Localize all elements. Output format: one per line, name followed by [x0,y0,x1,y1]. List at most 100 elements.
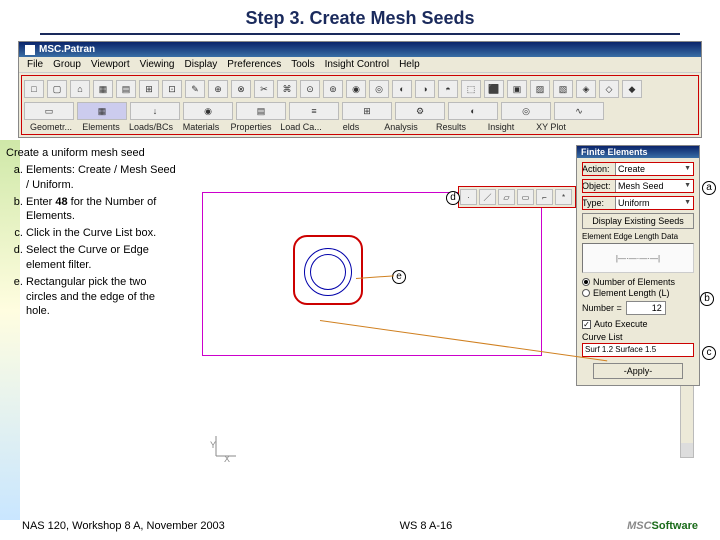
app-icon [25,45,35,55]
tool-btn[interactable]: ◑ [415,80,435,98]
action-label: Action: [582,164,612,174]
instructions-lead: Create a uniform mesh seed [6,146,176,161]
tool-btn[interactable]: ◆ [622,80,642,98]
tab-geometry[interactable]: ▭ [24,102,74,120]
tab-fields[interactable]: ⊞ [342,102,392,120]
tab-xyplot[interactable]: ∿ [554,102,604,120]
tool-btn[interactable]: ⊡ [162,80,182,98]
tab-label: Load Ca... [276,122,326,132]
number-row: Number = 12 [582,301,694,315]
title-underline [40,33,680,35]
filter-point-icon[interactable]: · [460,189,477,205]
tool-btn[interactable]: ✎ [185,80,205,98]
number-input[interactable]: 12 [626,301,666,315]
fe-panel: Finite Elements Action: Create▼ Object: … [576,145,700,386]
menubar: File Group Viewport Viewing Display Pref… [19,57,701,73]
slide-title: Step 3. Create Mesh Seeds [0,0,720,33]
footer-left: NAS 120, Workshop 8 A, November 2003 [22,520,225,532]
tab-properties[interactable]: ▤ [236,102,286,120]
main-toolbar: □ ▢ ⌂ ▦ ▤ ⊞ ⊡ ✎ ⊕ ⊗ ✂ ⌘ ⊙ ⊚ ◉ ◎ ◐ ◑ ◓ ⬚ … [21,75,699,135]
menu-viewport[interactable]: Viewport [91,59,130,70]
menu-preferences[interactable]: Preferences [227,59,281,70]
tool-btn[interactable]: ▣ [507,80,527,98]
tool-btn[interactable]: ✂ [254,80,274,98]
msc-logo: MSCSoftware [627,520,698,532]
menu-file[interactable]: File [27,59,43,70]
model-viewport[interactable] [202,192,542,356]
curve-list-input[interactable]: Surf 1.2 Surface 1.5 [582,343,694,357]
tool-btn[interactable]: ▢ [47,80,67,98]
tool-btn[interactable]: ◐ [392,80,412,98]
type-select[interactable]: Uniform▼ [615,196,694,210]
tool-btn[interactable]: ◎ [369,80,389,98]
seed-header: Element Edge Length Data [582,232,694,241]
tab-analysis[interactable]: ⚙ [395,102,445,120]
tool-btn[interactable]: ⊞ [139,80,159,98]
tab-label: Loads/BCs [126,122,176,132]
tool-btn[interactable]: ◓ [438,80,458,98]
tool-btn[interactable]: ⬚ [461,80,481,98]
menu-display[interactable]: Display [185,59,218,70]
tab-loads[interactable]: ↓ [130,102,180,120]
tool-btn[interactable]: ⊚ [323,80,343,98]
tab-label: Properties [226,122,276,132]
tool-btn[interactable]: ⊙ [300,80,320,98]
tool-btn[interactable]: □ [24,80,44,98]
axis-triad: Y X [212,430,242,462]
number-label: Number = [582,303,622,313]
tab-insight[interactable]: ◎ [501,102,551,120]
tab-loadcases[interactable]: ≡ [289,102,339,120]
tab-label: elds [326,122,376,132]
tab-results[interactable]: ◐ [448,102,498,120]
curve-list-label: Curve List [582,332,694,342]
footer-center: WS 8 A-16 [400,520,453,532]
tool-btn[interactable]: ◉ [346,80,366,98]
tab-label: Geometr... [26,122,76,132]
tab-label: Analysis [376,122,426,132]
tool-btn[interactable]: ⊕ [208,80,228,98]
instruction-b: Enter 48 for the Number of Elements. [26,195,176,225]
menu-help[interactable]: Help [399,59,420,70]
radio-number-row[interactable]: Number of Elements [582,277,694,287]
axis-x-label: X [224,454,230,464]
tool-btn[interactable]: ▨ [530,80,550,98]
tool-btn[interactable]: ⬛ [484,80,504,98]
filter-solid-icon[interactable]: ▭ [517,189,534,205]
tab-label: Results [426,122,476,132]
tool-btn[interactable]: ▧ [553,80,573,98]
filter-curve-icon[interactable]: ／ [479,189,496,205]
fe-panel-title: Finite Elements [577,146,699,158]
app-window: MSC.Patran File Group Viewport Viewing D… [18,41,702,138]
filter-edge-icon[interactable]: ⌐ [536,189,553,205]
radio-length-row[interactable]: Element Length (L) [582,288,694,298]
instruction-e: Rectangular pick the two circles and the… [26,275,176,320]
apply-button[interactable]: -Apply- [593,363,683,379]
tool-btn[interactable]: ◈ [576,80,596,98]
object-select[interactable]: Mesh Seed▼ [615,179,694,193]
menu-insight[interactable]: Insight Control [325,59,389,70]
tool-btn[interactable]: ⊗ [231,80,251,98]
callout-e: e [392,270,406,284]
object-row: Object: Mesh Seed▼ [582,179,694,193]
menu-tools[interactable]: Tools [291,59,314,70]
display-seeds-button[interactable]: Display Existing Seeds [582,213,694,229]
tool-btn[interactable]: ▤ [116,80,136,98]
tool-btn[interactable]: ▦ [93,80,113,98]
tool-btn[interactable]: ⌘ [277,80,297,98]
radio-on-icon [582,278,590,286]
filter-any-icon[interactable]: * [555,189,572,205]
circle-inner [310,254,346,290]
chevron-down-icon: ▼ [684,180,691,192]
auto-execute-row[interactable]: ✓ Auto Execute [582,319,694,329]
instruction-d: Select the Curve or Edge element filter. [26,243,176,273]
action-select[interactable]: Create▼ [615,162,694,176]
app-name: MSC.Patran [39,44,95,55]
radio-off-icon [582,289,590,297]
tab-elements[interactable]: ▦ [77,102,127,120]
menu-group[interactable]: Group [53,59,81,70]
tab-materials[interactable]: ◉ [183,102,233,120]
tool-btn[interactable]: ◇ [599,80,619,98]
menu-viewing[interactable]: Viewing [140,59,175,70]
filter-surface-icon[interactable]: ▱ [498,189,515,205]
tool-btn[interactable]: ⌂ [70,80,90,98]
